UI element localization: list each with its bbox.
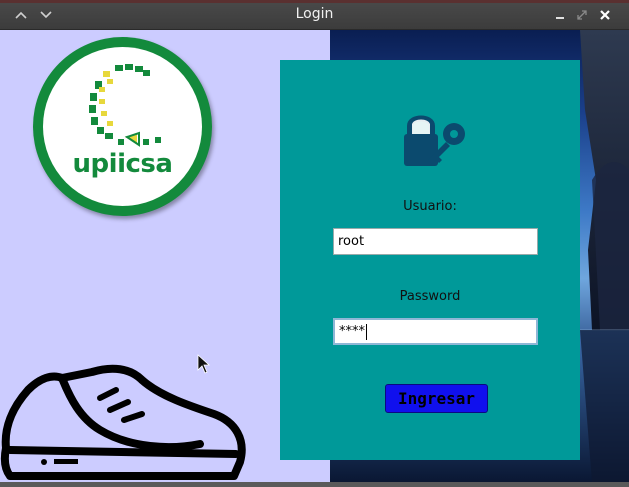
bottom-edge [0,482,629,487]
logo-emblem-icon [89,64,161,147]
text-caret [366,323,367,340]
sneaker-icon [0,364,246,480]
logo-inner-circle: upiicsa [43,47,202,206]
close-button[interactable] [594,4,616,26]
password-label: Password [399,289,461,304]
maximize-button[interactable] [571,4,593,26]
minimize-button[interactable] [549,4,571,26]
lock-key-icon [404,115,465,166]
username-value: root [338,234,365,249]
upiicsa-logo: upiicsa [33,37,212,216]
window-title: Login [295,6,334,22]
mouse-cursor-icon [197,354,211,374]
username-input[interactable]: root [333,228,538,255]
logo-text: upiicsa [72,149,173,179]
background-window-strip [0,0,629,3]
password-value: **** [339,324,365,339]
password-input[interactable]: **** [333,318,538,345]
window-titlebar: Login [0,0,629,30]
login-submit-button[interactable]: Ingresar [385,384,488,413]
username-label: Usuario: [403,199,457,214]
